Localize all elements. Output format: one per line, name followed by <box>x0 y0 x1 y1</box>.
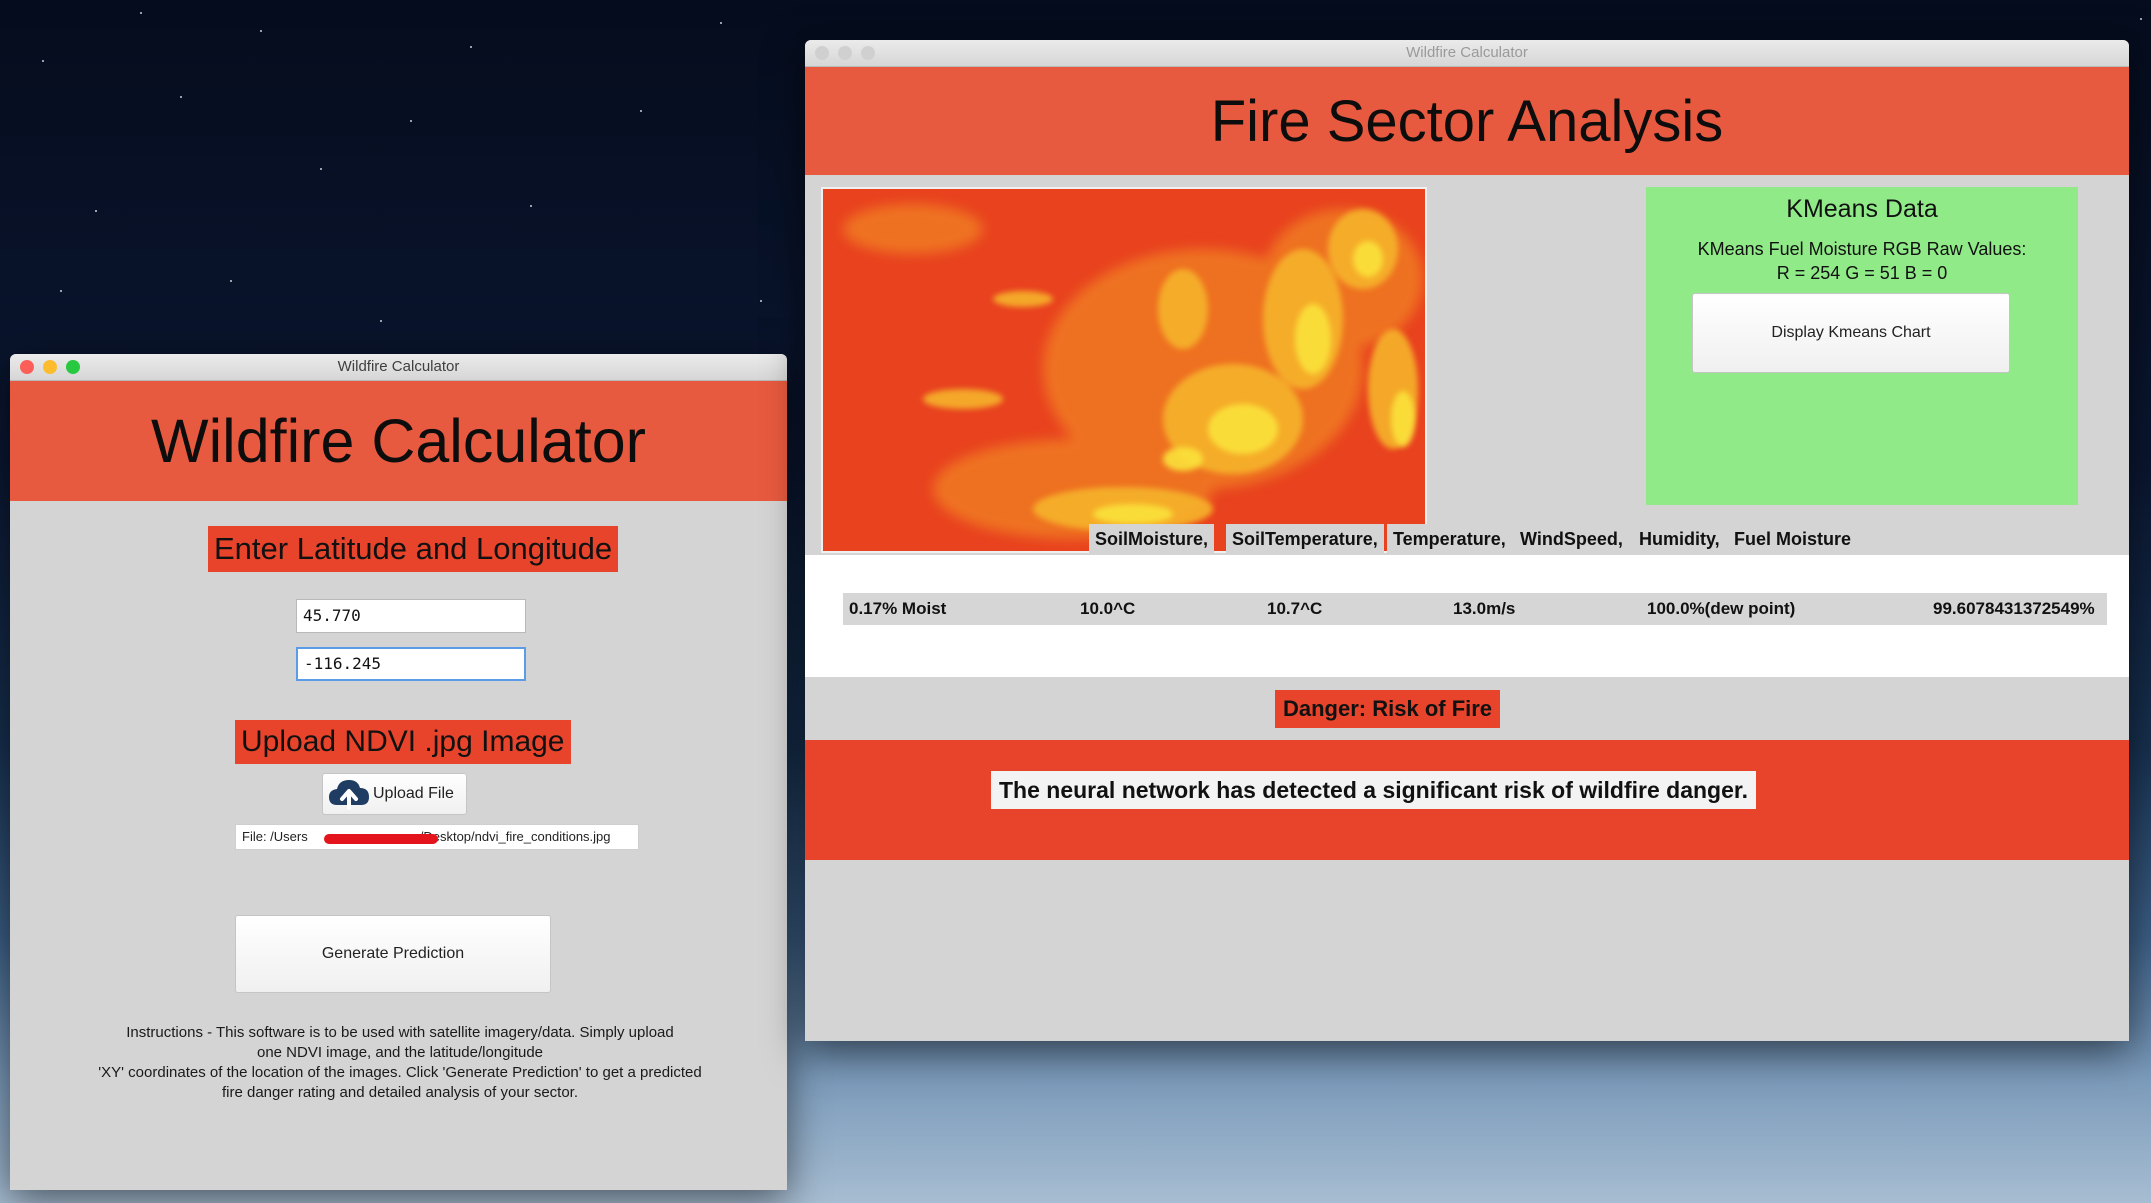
kmeans-raw-label: KMeans Fuel Moisture RGB Raw Values: <box>1697 239 2027 259</box>
fire-sector-analysis-window: Wildfire Calculator Fire Sector Analysis <box>805 40 2129 1041</box>
app-title: Wildfire Calculator <box>151 407 646 475</box>
kmeans-rgb-values: R = 254 G = 51 B = 0 <box>1776 263 1948 283</box>
latitude-input[interactable]: 45.770 <box>296 599 526 633</box>
metric-header-fuel-moisture: Fuel Moisture <box>1728 524 1858 554</box>
file-path-suffix: /Desktop/ndvi_fire_conditions.jpg <box>419 829 611 844</box>
file-path-display: File: /Users/Desktop/ndvi_fire_condition… <box>235 824 639 850</box>
instructions-line: one NDVI image, and the latitude/longitu… <box>256 1044 544 1061</box>
wildfire-calculator-window: Wildfire Calculator Wildfire Calculator … <box>10 354 787 1190</box>
upload-file-label: Upload File <box>373 785 454 802</box>
soil-moisture-value: 0.17% Moist <box>849 599 947 618</box>
close-window-button[interactable] <box>20 360 34 374</box>
danger-rating: Danger: Risk of Fire <box>1275 690 1501 728</box>
ndvi-heatmap-image <box>821 187 1427 553</box>
generate-prediction-button[interactable]: Generate Prediction <box>235 915 551 993</box>
metric-values-row: 0.17% Moist 10.0^C 10.7^C 13.0m/s 100.0%… <box>843 593 2107 625</box>
analysis-title: Fire Sector Analysis <box>1210 88 1724 154</box>
zoom-window-button[interactable] <box>66 360 80 374</box>
instructions-line: 'XY' coordinates of the location of the … <box>98 1064 702 1081</box>
cloud-upload-icon <box>327 777 371 811</box>
kmeans-panel: KMeans Data KMeans Fuel Moisture RGB Raw… <box>1646 187 2078 505</box>
kmeans-title: KMeans Data <box>1786 195 1938 223</box>
instructions-text: Instructions - This software is to be us… <box>70 1023 730 1103</box>
close-window-button[interactable] <box>815 46 829 60</box>
latlon-label: Enter Latitude and Longitude <box>208 526 619 572</box>
upload-file-button[interactable]: Upload File <box>322 773 467 815</box>
metric-header-soil-moisture: SoilMoisture, <box>1089 524 1215 554</box>
file-path-prefix: File: /Users <box>242 829 308 844</box>
upload-ndvi-label: Upload NDVI .jpg Image <box>235 720 571 764</box>
minimize-window-button[interactable] <box>838 46 852 60</box>
humidity-value: 100.0%(dew point) <box>1647 599 1796 618</box>
zoom-window-button[interactable] <box>861 46 875 60</box>
longitude-input[interactable]: -116.245 <box>296 647 526 681</box>
metric-header-humidity: Humidity, <box>1633 524 1726 554</box>
display-kmeans-chart-button[interactable]: Display Kmeans Chart <box>1692 293 2010 373</box>
window-title: Wildfire Calculator <box>1406 44 1528 61</box>
instructions-line: fire danger rating and detailed analysis… <box>221 1084 579 1101</box>
title-bar: Wildfire Calculator <box>805 40 2129 67</box>
analysis-header: Fire Sector Analysis <box>805 67 2129 175</box>
redaction-mark <box>324 834 438 844</box>
metric-header-wind-speed: WindSpeed, <box>1514 524 1629 554</box>
window-title: Wildfire Calculator <box>337 358 460 375</box>
neural-network-message: The neural network has detected a signif… <box>991 771 1756 809</box>
metric-header-temperature: Temperature, <box>1387 524 1512 554</box>
app-header: Wildfire Calculator <box>10 381 787 501</box>
fuel-moisture-value: 99.6078431372549% <box>1933 599 2095 618</box>
instructions-line: Instructions - This software is to be us… <box>126 1024 674 1041</box>
wind-speed-value: 13.0m/s <box>1453 599 1516 618</box>
minimize-window-button[interactable] <box>43 360 57 374</box>
soil-temperature-value: 10.0^C <box>1080 599 1136 618</box>
metric-header-soil-temperature: SoilTemperature, <box>1226 524 1384 554</box>
title-bar: Wildfire Calculator <box>10 354 787 381</box>
temperature-value: 10.7^C <box>1267 599 1323 618</box>
